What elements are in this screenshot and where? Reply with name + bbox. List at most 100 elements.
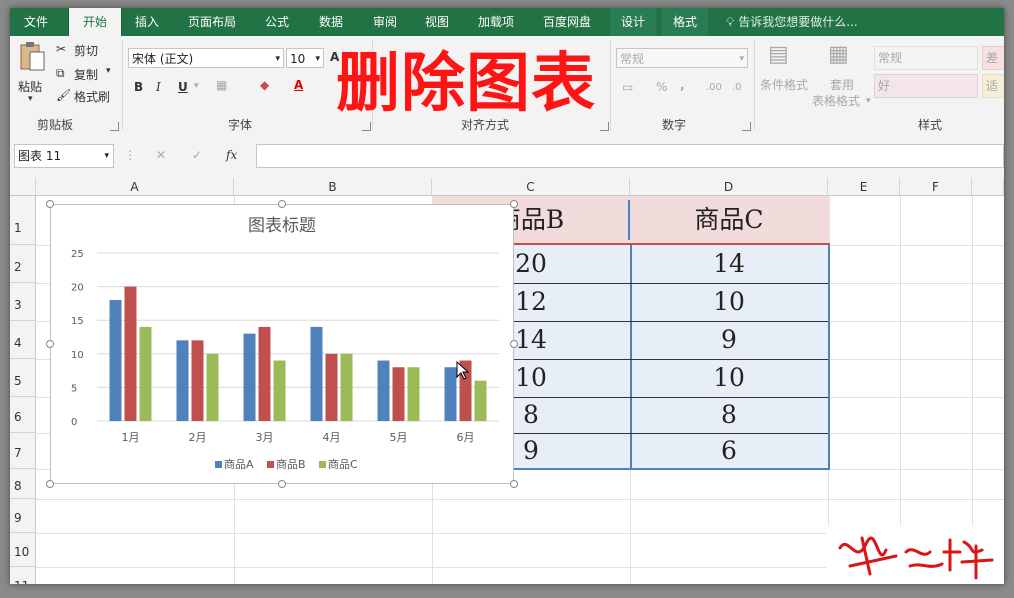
table-cell-d7[interactable]: 6: [630, 433, 828, 469]
style-normal[interactable]: 常规: [874, 46, 978, 70]
gridline: [36, 499, 1004, 500]
chevron-down-icon: ▾: [104, 151, 109, 161]
font-launcher-icon[interactable]: [362, 122, 371, 131]
font-color-icon[interactable]: A: [294, 78, 303, 92]
resize-handle-bottom-right[interactable]: [510, 480, 518, 488]
format-painter-button[interactable]: 格式刷: [74, 88, 110, 105]
table-format-label-1[interactable]: 套用: [830, 76, 854, 93]
y-tick-label: 20: [71, 283, 84, 294]
table-format-dropdown-icon[interactable]: ▾: [866, 96, 871, 106]
resize-handle-top[interactable]: [278, 200, 286, 208]
row-header-3[interactable]: 3: [10, 283, 36, 321]
tab-home[interactable]: 开始: [68, 8, 122, 36]
tell-me-search[interactable]: 💡︎ 告诉我您想要做什么...: [726, 8, 858, 36]
cancel-icon[interactable]: ✕: [156, 148, 166, 162]
tab-insert[interactable]: 插入: [124, 8, 170, 36]
percent-button[interactable]: %: [656, 80, 667, 94]
fill-color-icon[interactable]: ◆: [260, 78, 269, 92]
tab-formulas[interactable]: 公式: [254, 8, 300, 36]
tab-page-layout[interactable]: 页面布局: [180, 8, 244, 36]
table-cell-d2[interactable]: 14: [630, 245, 828, 283]
table-format-label-2[interactable]: 表格格式: [812, 92, 860, 109]
column-header-c[interactable]: C: [432, 178, 630, 196]
legend-swatch: [267, 461, 274, 468]
column-header-a[interactable]: A: [36, 178, 234, 196]
copy-dropdown-icon[interactable]: ▾: [106, 66, 111, 76]
font-size-select[interactable]: 10 ▾: [286, 48, 324, 68]
row-header-5[interactable]: 5: [10, 359, 36, 397]
table-cell-d6[interactable]: 8: [630, 397, 828, 433]
number-group-label: 数字: [661, 118, 686, 132]
resize-handle-bottom[interactable]: [278, 480, 286, 488]
cut-button[interactable]: 剪切: [74, 42, 98, 59]
resize-handle-right[interactable]: [510, 340, 518, 348]
conditional-format-button[interactable]: 条件格式: [760, 76, 808, 93]
resize-handle-top-left[interactable]: [46, 200, 54, 208]
resize-handle-left[interactable]: [46, 340, 54, 348]
row-header-9[interactable]: 9: [10, 499, 36, 533]
underline-button[interactable]: U: [178, 80, 188, 94]
tab-chart-design[interactable]: 设计: [610, 8, 656, 36]
row-header-7[interactable]: 7: [10, 433, 36, 469]
comma-button[interactable]: ,: [680, 78, 685, 92]
currency-icon[interactable]: ▭: [622, 80, 633, 94]
enter-icon[interactable]: ✓: [192, 148, 202, 162]
number-launcher-icon[interactable]: [742, 122, 751, 131]
style-bad[interactable]: 差: [982, 46, 1004, 70]
copy-button[interactable]: 复制: [74, 66, 98, 83]
column-header-d[interactable]: D: [630, 178, 828, 196]
tab-file[interactable]: 文件: [10, 8, 62, 36]
row-header-6[interactable]: 6: [10, 397, 36, 433]
tab-view[interactable]: 视图: [414, 8, 460, 36]
underline-dropdown-icon[interactable]: ▾: [194, 81, 199, 91]
row-header-1[interactable]: 1: [10, 196, 36, 245]
italic-button[interactable]: I: [156, 80, 161, 94]
select-all-corner[interactable]: [10, 178, 36, 196]
alignment-launcher-icon[interactable]: [600, 122, 609, 131]
paste-dropdown-icon[interactable]: ▾: [28, 94, 33, 104]
chevron-down-icon: ▾: [739, 54, 744, 64]
header-cell-d[interactable]: 商品C: [630, 200, 828, 240]
excel-window: 文件 开始 插入 页面布局 公式 数据 审阅 视图 加载项 百度网盘 设计 格式…: [10, 8, 1004, 584]
row-header-4[interactable]: 4: [10, 321, 36, 359]
tab-addins[interactable]: 加载项: [468, 8, 524, 36]
legend-swatch: [319, 461, 326, 468]
bar-商品C: [206, 353, 219, 421]
number-format-select[interactable]: 常规 ▾: [616, 48, 748, 68]
x-tick-label: 3月: [256, 431, 274, 444]
row-header-2[interactable]: 2: [10, 245, 36, 283]
insert-function-button[interactable]: fx: [226, 148, 237, 162]
resize-handle-bottom-left[interactable]: [46, 480, 54, 488]
tab-data[interactable]: 数据: [308, 8, 354, 36]
row-header-10[interactable]: 10: [10, 533, 36, 567]
clipboard-launcher-icon[interactable]: [110, 122, 119, 131]
style-good[interactable]: 好: [874, 74, 978, 98]
resize-handle-top-right[interactable]: [510, 200, 518, 208]
formula-input[interactable]: [256, 144, 1004, 168]
row-header-8[interactable]: 8: [10, 469, 36, 499]
tell-me-text: 告诉我您想要做什么...: [738, 15, 858, 29]
tab-baidu-netdisk[interactable]: 百度网盘: [532, 8, 602, 36]
column-header-b[interactable]: B: [234, 178, 432, 196]
column-header-f[interactable]: F: [900, 178, 972, 196]
style-neutral[interactable]: 适: [982, 74, 1004, 98]
name-box[interactable]: 图表 11 ▾: [14, 144, 114, 168]
decrease-decimal-icon[interactable]: .0: [732, 82, 742, 93]
font-name-select[interactable]: 宋体 (正文) ▾: [128, 48, 284, 68]
paste-button[interactable]: 粘贴: [18, 78, 42, 95]
bold-button[interactable]: B: [134, 80, 143, 94]
border-icon[interactable]: ▦: [216, 78, 227, 92]
table-cell-d5[interactable]: 10: [630, 359, 828, 397]
bar-商品C: [273, 360, 286, 421]
tab-chart-format[interactable]: 格式: [662, 8, 708, 36]
mouse-cursor-icon: [456, 361, 470, 380]
chart-object[interactable]: 图表标题 0 5 10 15 20 25 1月 2月 3月 4月 5月 6月 商品A 商品B 商品C: [50, 204, 514, 484]
row-header-11[interactable]: 11: [10, 567, 36, 584]
table-cell-d4[interactable]: 9: [630, 321, 828, 359]
chevron-down-icon: ▾: [315, 54, 320, 64]
column-header-e[interactable]: E: [828, 178, 900, 196]
increase-decimal-icon[interactable]: .00: [706, 82, 722, 93]
tab-review[interactable]: 审阅: [362, 8, 408, 36]
separator: [754, 40, 755, 130]
table-cell-d3[interactable]: 10: [630, 283, 828, 321]
